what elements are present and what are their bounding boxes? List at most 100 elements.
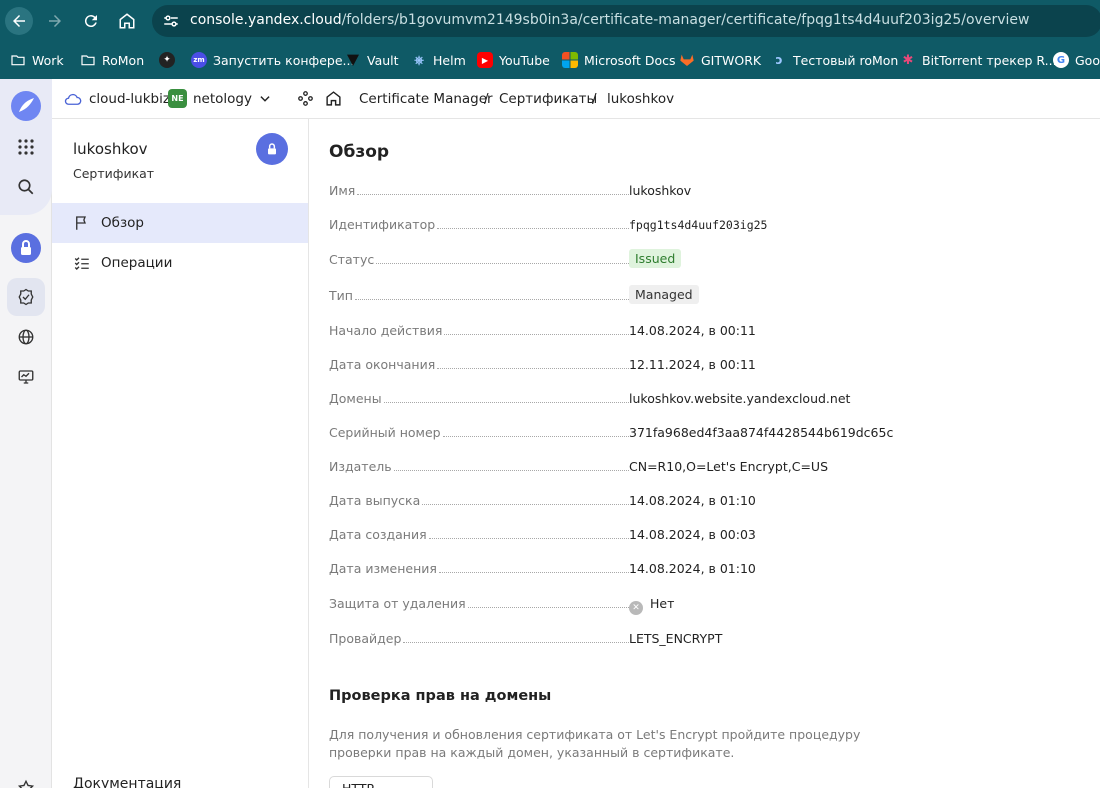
plus-star-icon: ✦ — [159, 52, 175, 68]
breadcrumb-current: lukoshkov — [607, 91, 675, 107]
field-label: Имя — [329, 183, 358, 198]
romon-icon: ↄ — [775, 53, 783, 67]
cloud-selector[interactable]: cloud-lukbiz — [89, 91, 170, 107]
bookmark-vault[interactable]: Vault — [345, 50, 399, 70]
forward-button[interactable] — [41, 7, 69, 35]
breadcrumb-separator: / — [592, 91, 597, 107]
field-label: Дата выпуска — [329, 493, 423, 508]
bookmarks-bar: Work RoMon ✦ zm Запустить конфере... Vau… — [0, 42, 1100, 79]
arrow-left-icon — [13, 15, 25, 27]
http-record-button[interactable]: HTTP-запись — [329, 776, 433, 788]
field-row-domains: Домены lukoshkov.website.yandexcloud.net — [329, 389, 1089, 409]
console-topbar: cloud-lukbiz NE netology Certificate Man… — [52, 79, 1100, 119]
bookmark-work[interactable]: Work — [10, 50, 64, 70]
helm-icon: ⎈ — [414, 52, 424, 67]
bookmark-label: GITWORK — [701, 52, 762, 68]
monitoring-rail-button[interactable] — [7, 358, 45, 396]
lock-icon — [11, 233, 41, 263]
field-row-serial: Серийный номер 371fa968ed4f3aa874f442854… — [329, 423, 1089, 443]
reload-button[interactable] — [77, 7, 105, 35]
resource-sidebar: lukoshkov Сертификат Обзор Операции Доку… — [52, 119, 309, 788]
back-button[interactable] — [5, 7, 33, 35]
bookmark-test-romon[interactable]: ↄ Тестовый roMon — [771, 50, 898, 70]
domains-section-title: Проверка прав на домены — [329, 688, 552, 704]
browser-toolbar: console.yandex.cloud/folders/b1govumvm21… — [0, 0, 1100, 42]
breadcrumb-certificate-manager[interactable]: Certificate Manager — [359, 91, 493, 107]
favorites-rail-button[interactable] — [7, 769, 45, 788]
grid-icon — [18, 139, 34, 155]
bookmark-youtube[interactable]: ▶ YouTube — [477, 50, 550, 70]
field-label: Начало действия — [329, 323, 445, 338]
field-row-created-at: Дата создания 14.08.2024, в 00:03 — [329, 525, 1089, 545]
url-path: /folders/b1govumvm2149sb0in3a/certificat… — [341, 12, 1030, 28]
all-services-button[interactable] — [7, 128, 45, 166]
bookmark-label: Google — [1075, 52, 1100, 68]
bookmark-gitwork[interactable]: GITWORK — [679, 50, 761, 70]
star-icon — [17, 779, 35, 788]
bookmark-google[interactable]: G Google — [1053, 50, 1100, 70]
bookmark-zoom[interactable]: zm Запустить конфере... — [191, 50, 354, 70]
services-hub-icon[interactable] — [297, 90, 314, 107]
bookmark-label: BitTorrent трекер R... — [922, 52, 1057, 68]
field-value-updated-at: 14.08.2024, в 01:10 — [629, 561, 756, 576]
bookmark-label: Microsoft Docs — [584, 52, 676, 68]
folder-selector[interactable]: netology — [193, 91, 252, 107]
main-content: Обзор Имя lukoshkov Идентификатор fpqg1t… — [309, 119, 1100, 788]
sidebar-item-overview[interactable]: Обзор — [52, 203, 308, 243]
folder-badge: NE — [168, 89, 187, 108]
field-label: Провайдер — [329, 631, 404, 646]
home-button[interactable] — [113, 7, 141, 35]
arrow-right-icon — [49, 15, 61, 27]
bookmark-microsoft-docs[interactable]: Microsoft Docs — [562, 50, 676, 70]
home-icon[interactable] — [325, 90, 342, 107]
dns-rail-button[interactable] — [7, 318, 45, 356]
sidebar-item-operations[interactable]: Операции — [52, 243, 308, 283]
certificates-rail-button[interactable] — [7, 278, 45, 316]
folder-icon — [11, 55, 25, 66]
field-label: Идентификатор — [329, 217, 438, 232]
field-row-updated-at: Дата изменения 14.08.2024, в 01:10 — [329, 559, 1089, 579]
bookmark-romon[interactable]: RoMon — [80, 50, 144, 70]
field-label: Серийный номер — [329, 425, 443, 440]
search-button[interactable] — [7, 168, 45, 206]
status-badge: Issued — [629, 249, 682, 268]
field-value-issuer: CN=R10,O=Let's Encrypt,C=US — [629, 459, 829, 474]
certificate-badge — [256, 133, 288, 165]
url-host: console.yandex.cloud — [190, 12, 342, 28]
bookmark-rutracker[interactable]: ✱ BitTorrent трекер R... — [900, 50, 1057, 70]
field-label: Дата окончания — [329, 357, 438, 372]
address-bar[interactable]: console.yandex.cloud/folders/b1govumvm21… — [152, 5, 1100, 37]
field-label: Дата создания — [329, 527, 429, 542]
yandex-cloud-logo[interactable] — [7, 87, 45, 125]
field-value-not-before: 14.08.2024, в 00:11 — [629, 323, 756, 338]
bookmark-label: Запустить конфере... — [213, 52, 355, 68]
site-settings-icon[interactable] — [162, 12, 180, 30]
url-text: console.yandex.cloud/folders/b1govumvm21… — [190, 12, 1029, 28]
flag-icon — [76, 216, 86, 230]
bookmark-label: Helm — [433, 52, 466, 68]
documentation-link[interactable]: Документация — [73, 776, 181, 788]
gitlab-icon — [680, 54, 694, 66]
field-value-deletion-protection: Нет — [650, 596, 675, 611]
bookmark-label: Тестовый roMon — [793, 52, 899, 68]
bookmark-plus-star[interactable]: ✦ — [159, 50, 175, 70]
field-row-status: Статус Issued — [329, 249, 1089, 270]
zoom-icon: zm — [191, 52, 207, 68]
reload-icon — [84, 15, 97, 28]
field-label: Статус — [329, 252, 377, 267]
field-value-not-after: 12.11.2024, в 00:11 — [629, 357, 756, 372]
bookmark-helm[interactable]: ⎈ Helm — [411, 50, 466, 70]
resource-type: Сертификат — [73, 166, 155, 181]
search-icon — [18, 179, 34, 195]
youtube-icon: ▶ — [477, 52, 493, 68]
field-row-deletion-protection: Защита от удаления ✕ Нет — [329, 594, 1089, 615]
field-row-issued-at: Дата выпуска 14.08.2024, в 01:10 — [329, 491, 1089, 511]
breadcrumb-certificates[interactable]: Сертификаты — [499, 91, 597, 107]
certificate-manager-rail-button[interactable] — [7, 229, 45, 267]
field-row-provider: Провайдер LETS_ENCRYPT — [329, 629, 1089, 649]
left-rail — [0, 79, 52, 788]
lock-icon — [268, 143, 276, 155]
sidebar-item-label: Операции — [101, 255, 173, 271]
breadcrumb-separator: / — [484, 91, 489, 107]
chevron-down-icon[interactable] — [258, 92, 272, 106]
